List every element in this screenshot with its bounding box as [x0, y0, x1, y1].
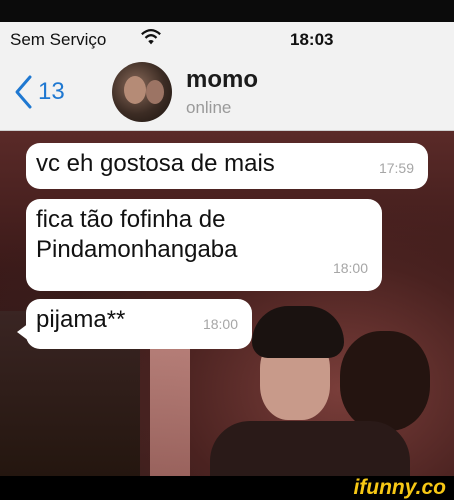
message-bubble[interactable]: vc eh gostosa de mais 17:59 [26, 143, 428, 189]
top-black-strip [0, 0, 454, 22]
avatar-face [124, 76, 146, 104]
background-torso [210, 421, 410, 476]
message-text-line-1: fica tão fofinha de [36, 206, 226, 233]
chevron-left-icon [15, 75, 32, 109]
message-bubble[interactable]: pijama** 18:00 [17, 299, 252, 349]
message-text: pijama** [36, 306, 126, 333]
contact-status: online [186, 98, 232, 117]
ifunny-watermark: ifunny.co [353, 476, 446, 499]
message-bubble[interactable]: fica tão fofinha de Pindamonhangaba 18:0… [26, 199, 382, 291]
clock-time: 18:03 [290, 30, 334, 49]
back-button[interactable]: 13 [12, 74, 65, 110]
message-text: vc eh gostosa de mais [36, 150, 275, 177]
wifi-icon [141, 29, 161, 45]
carrier-label: Sem Serviço [10, 30, 107, 49]
status-bar: Sem Serviço 18:03 [0, 22, 454, 56]
message-time: 17:59 [378, 160, 414, 176]
chat-area[interactable]: vc eh gostosa de mais 17:59 fica tão fof… [0, 131, 454, 476]
background-wall [150, 341, 190, 476]
unread-count: 13 [38, 78, 65, 105]
message-time: 18:00 [202, 316, 238, 332]
message-text-line-2: Pindamonhangaba [36, 236, 238, 263]
avatar-face-2 [146, 80, 164, 104]
contact-name[interactable]: momo [186, 66, 258, 94]
footer-bar: ifunny.co [0, 476, 454, 499]
background-person [250, 306, 350, 426]
avatar[interactable] [112, 62, 172, 122]
message-time: 18:00 [332, 260, 368, 276]
chat-header: 13 momo online [0, 56, 454, 131]
bubble-tail [17, 323, 29, 341]
